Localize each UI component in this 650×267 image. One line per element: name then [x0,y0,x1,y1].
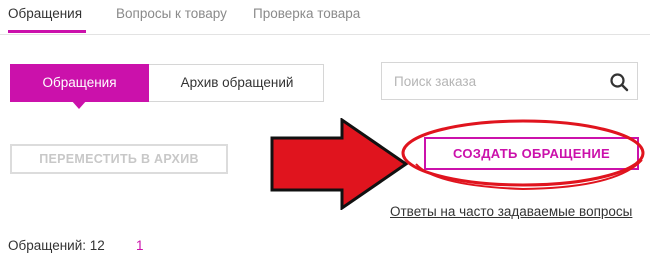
annotation-arrow [270,118,409,210]
segment-requests-label: Обращения [42,75,117,90]
tab-product-check[interactable]: Проверка товара [253,6,360,21]
tab-bar: Обращения Вопросы к товару Проверка това… [0,0,650,35]
search-icon[interactable] [609,72,629,92]
faq-link[interactable]: Ответы на часто задаваемые вопросы [390,204,632,219]
requests-count: Обращений: 12 [8,238,105,253]
requests-segmented-control: Обращения Архив обращений [10,64,325,109]
tab-product-questions[interactable]: Вопросы к товару [116,6,227,21]
segment-archive[interactable]: Архив обращений [149,64,325,102]
order-search [381,62,638,100]
segment-requests[interactable]: Обращения [10,64,149,109]
pagination-page-1[interactable]: 1 [136,238,144,253]
move-to-archive-button[interactable]: ПЕРЕМЕСТИТЬ В АРХИВ [10,144,228,174]
segment-pointer [71,100,87,109]
search-input[interactable] [382,63,600,99]
segment-archive-label: Архив обращений [180,75,294,90]
active-tab-indicator [8,30,86,33]
tab-requests[interactable]: Обращения [8,6,82,21]
create-request-button[interactable]: СОЗДАТЬ ОБРАЩЕНИЕ [424,137,639,170]
